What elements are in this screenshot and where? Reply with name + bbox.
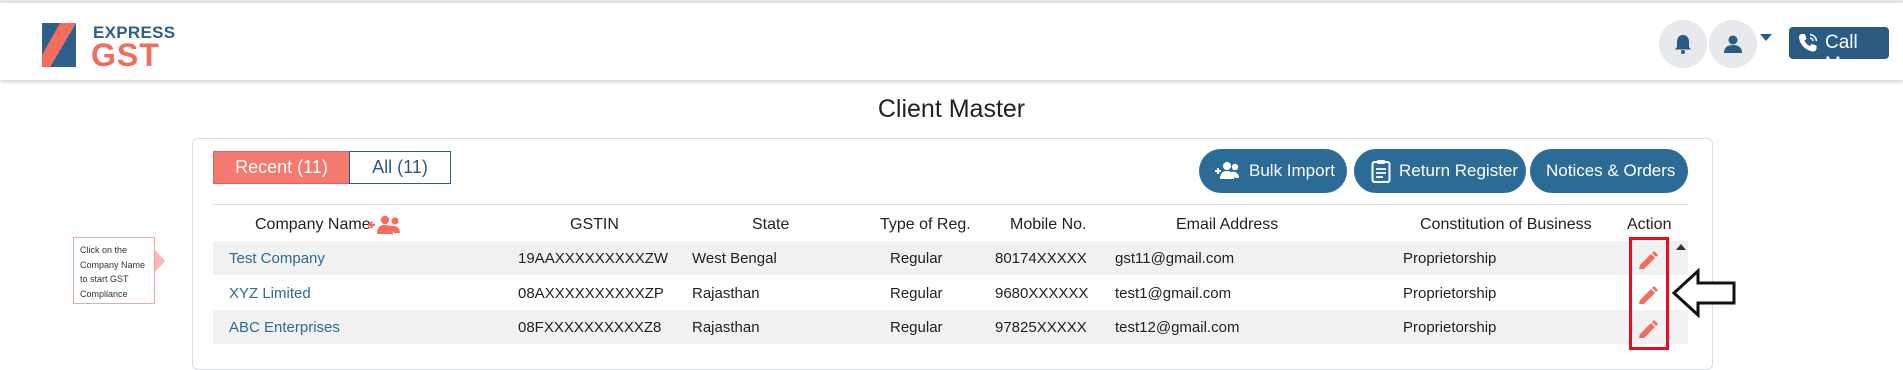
gstin-cell: 19AAXXXXXXXXXZW — [518, 250, 669, 267]
call-me-label: Call Me — [1825, 32, 1858, 75]
gstin-cell: 08AXXXXXXXXXXZP — [518, 285, 664, 302]
tab-bar: Recent (11) All (11) — [213, 151, 451, 184]
bell-icon — [1675, 35, 1691, 54]
bulk-import-button[interactable]: Bulk Import — [1199, 149, 1347, 193]
table-row: Test Company 19AAXXXXXXXXXZW West Bengal… — [213, 241, 1688, 275]
user-icon — [1724, 35, 1742, 53]
col-header-email: Email Address — [1176, 216, 1279, 233]
bulk-import-label: Bulk Import — [1249, 161, 1335, 180]
notifications-button[interactable] — [1659, 20, 1707, 68]
action-column-highlight — [1629, 237, 1669, 350]
company-link[interactable]: ABC Enterprises — [229, 319, 340, 336]
brand-logo[interactable]: EXPRESS GST — [42, 21, 175, 73]
reg-type-cell: Regular — [890, 319, 943, 336]
clipboard-icon — [1371, 160, 1391, 183]
brand-name-bottom: GST — [91, 37, 160, 73]
call-me-button[interactable]: Call Me — [1789, 27, 1889, 75]
col-header-mobile: Mobile No. — [1010, 216, 1087, 233]
phone-icon — [1799, 33, 1818, 52]
company-link[interactable]: Test Company — [229, 250, 325, 267]
col-header-gstin: GSTIN — [570, 216, 619, 233]
add-users-icon[interactable] — [368, 215, 404, 235]
tab-all[interactable]: All (11) — [349, 151, 451, 184]
chevron-down-icon[interactable] — [1760, 34, 1772, 41]
reg-type-cell: Regular — [890, 285, 943, 302]
company-link[interactable]: XYZ Limited — [229, 285, 311, 302]
reg-type-cell: Regular — [890, 250, 943, 267]
mobile-cell: 97825XXXXX — [995, 319, 1087, 336]
return-register-button[interactable]: Return Register — [1354, 149, 1526, 193]
col-header-state: State — [752, 216, 790, 233]
user-menu-button[interactable] — [1709, 20, 1757, 68]
scroll-up-arrow-icon[interactable] — [1676, 244, 1686, 250]
tab-recent[interactable]: Recent (11) — [213, 151, 349, 184]
bulk-import-icon — [1215, 162, 1239, 179]
email-cell: gst11@gmail.com — [1115, 250, 1235, 267]
mobile-cell: 80174XXXXX — [995, 250, 1087, 267]
col-header-constitution: Constitution of Business — [1420, 216, 1592, 233]
mobile-cell: 9680XXXXXX — [995, 285, 1089, 302]
email-cell: test1@gmail.com — [1115, 285, 1232, 302]
constitution-cell: Proprietorship — [1403, 319, 1497, 336]
page-title: Client Master — [877, 95, 1026, 123]
onboarding-tooltip: Click on the Company Name to start GST C… — [73, 237, 155, 304]
col-header-action: Action — [1627, 216, 1672, 233]
constitution-cell: Proprietorship — [1403, 250, 1497, 267]
notices-orders-label: Notices & Orders — [1546, 161, 1676, 180]
logo-mark-icon — [42, 23, 76, 67]
constitution-cell: Proprietorship — [1403, 285, 1497, 302]
table-header-divider — [213, 204, 1688, 205]
app-header: EXPRESS GST Call Me — [0, 3, 1903, 80]
state-cell: Rajasthan — [692, 319, 760, 336]
state-cell: West Bengal — [692, 250, 777, 267]
tooltip-pointer — [155, 250, 165, 272]
col-header-company: Company Name — [255, 216, 371, 233]
col-header-reg-type: Type of Reg. — [880, 216, 971, 233]
state-cell: Rajasthan — [692, 285, 760, 302]
email-cell: test12@gmail.com — [1115, 319, 1240, 336]
arrow-left-icon — [1672, 268, 1736, 318]
table-row: XYZ Limited 08AXXXXXXXXXXZP Rajasthan Re… — [213, 276, 1688, 310]
table-row: ABC Enterprises 08FXXXXXXXXXXZ8 Rajastha… — [213, 310, 1688, 344]
notices-orders-button[interactable]: Notices & Orders — [1530, 149, 1688, 193]
gstin-cell: 08FXXXXXXXXXXZ8 — [518, 319, 662, 336]
return-register-label: Return Register — [1399, 161, 1519, 180]
